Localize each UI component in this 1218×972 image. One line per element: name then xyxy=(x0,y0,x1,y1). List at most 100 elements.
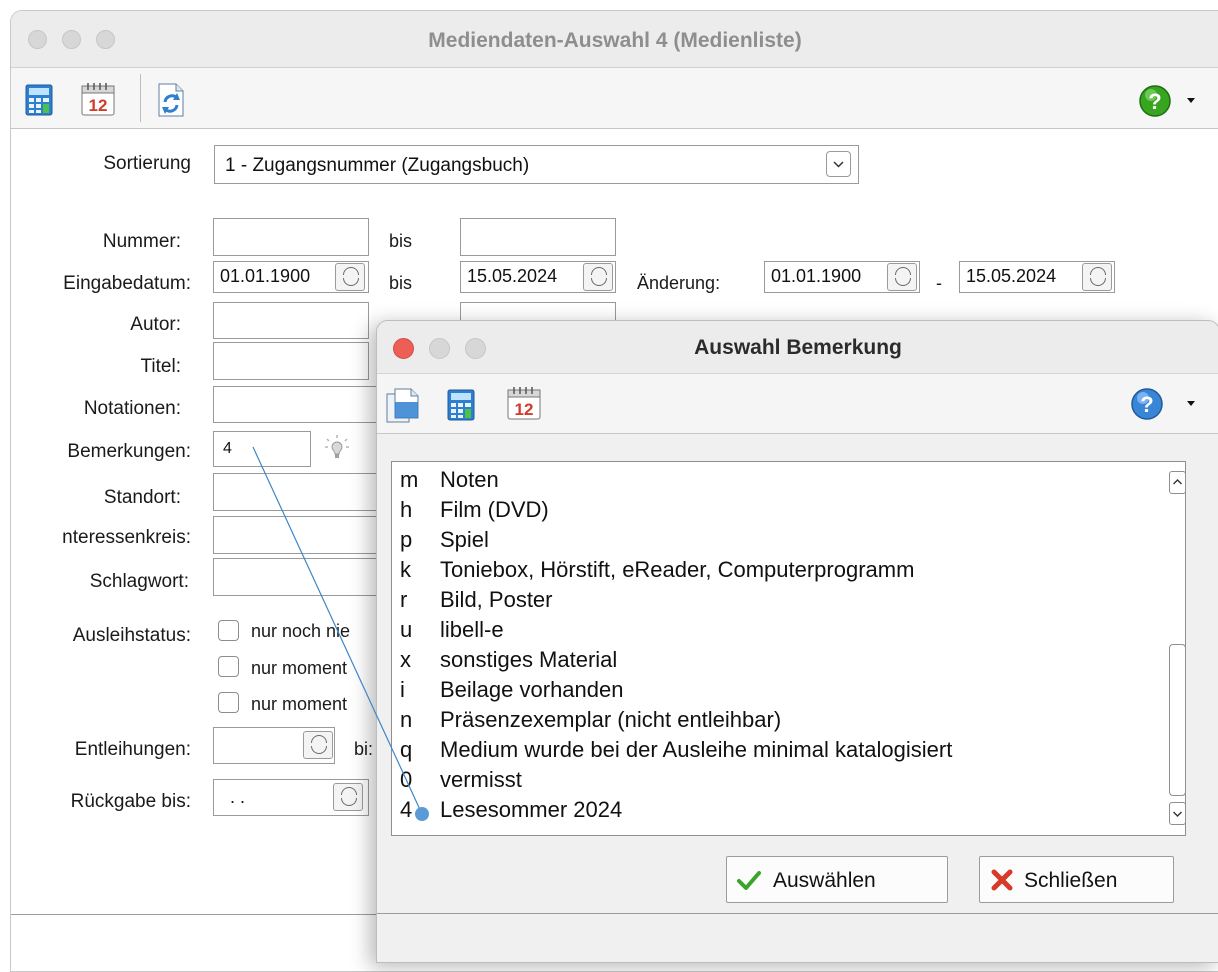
eingabedatum-to-stepper[interactable] xyxy=(583,263,613,291)
list-item-text: libell-e xyxy=(440,617,504,642)
dialog-bottom-separator xyxy=(377,913,1218,914)
eingabedatum-bis-label: bis xyxy=(389,273,413,293)
entleihungen-stepper[interactable] xyxy=(303,731,333,759)
aenderung-to-value: 15.05.2024 xyxy=(966,266,1057,286)
list-item-text: Lesesommer 2024 xyxy=(440,797,623,822)
list-item-text: Spiel xyxy=(440,527,489,552)
help-icon[interactable]: ? xyxy=(1130,387,1164,426)
bemerkungen-value: 4 xyxy=(223,440,232,457)
sort-dropdown-button[interactable] xyxy=(826,151,851,177)
autor-label: Autor: xyxy=(130,314,181,335)
list-item[interactable]: 4 Lesesommer 2024 xyxy=(400,797,622,827)
nummer-to-input[interactable] xyxy=(460,218,616,256)
titel-label: Titel: xyxy=(140,356,181,377)
calculator-icon[interactable] xyxy=(25,84,53,121)
list-item-text: Präsenzexemplar (nicht entleihbar) xyxy=(440,707,782,732)
scroll-down-button[interactable] xyxy=(1169,802,1186,825)
lightbulb-icon[interactable] xyxy=(323,433,351,466)
list-item[interactable]: p Spiel xyxy=(400,527,489,557)
sort-select[interactable]: 1 - Zugangsnummer (Zugangsbuch) xyxy=(214,145,859,184)
status-option-3: nur moment xyxy=(251,694,348,714)
list-item-text: Bild, Poster xyxy=(440,587,553,612)
chevron-up-icon xyxy=(1173,479,1182,485)
calendar-icon[interactable]: 12 xyxy=(79,81,117,122)
eingabedatum-from-value: 01.01.1900 xyxy=(220,266,311,286)
list-item[interactable]: u libell-e xyxy=(400,617,504,647)
list-item-key: 4 xyxy=(400,797,413,822)
list-item-key: i xyxy=(400,677,405,702)
toolbar-separator xyxy=(140,74,141,122)
entleihungen-label: Entleihungen: xyxy=(74,739,191,760)
standort-input[interactable] xyxy=(213,473,383,511)
list-item-key: u xyxy=(400,617,413,642)
svg-text:?: ? xyxy=(1148,89,1161,114)
scroll-up-button[interactable] xyxy=(1169,471,1186,494)
eingabedatum-label: Eingabedatum: xyxy=(63,273,191,294)
list-item-key: 0 xyxy=(400,767,413,792)
list-item[interactable]: r Bild, Poster xyxy=(400,587,553,617)
list-item[interactable]: 0 vermisst xyxy=(400,767,522,797)
help-dropdown-arrow-icon[interactable] xyxy=(1187,401,1195,406)
nummer-label: Nummer: xyxy=(102,231,181,252)
list-item-key: x xyxy=(400,647,411,672)
aenderung-to-stepper[interactable] xyxy=(1082,263,1112,291)
schlagwort-input[interactable] xyxy=(213,558,383,596)
eingabedatum-from-stepper[interactable] xyxy=(335,263,365,291)
auswahl-bemerkung-dialog: Auswahl Bemerkung 12 ? m Noten h Film (D… xyxy=(376,320,1218,963)
help-dropdown-arrow-icon[interactable] xyxy=(1187,98,1195,103)
aenderung-from-stepper[interactable] xyxy=(887,263,917,291)
status-checkbox-1[interactable] xyxy=(218,620,239,641)
list-item-text: vermisst xyxy=(440,767,522,792)
autor-input[interactable] xyxy=(213,302,369,339)
list-scrollbar[interactable] xyxy=(1169,466,1186,831)
list-item[interactable]: n Präsenzexemplar (nicht entleihbar) xyxy=(400,707,781,737)
list-item-text: Medium wurde bei der Ausleihe minimal ka… xyxy=(440,737,953,762)
rueckgabe-label: Rückgabe bis: xyxy=(70,791,191,812)
dialog-titlebar: Auswahl Bemerkung xyxy=(377,321,1218,374)
list-item[interactable]: h Film (DVD) xyxy=(400,497,549,527)
aenderung-label: Änderung: xyxy=(637,273,721,293)
list-item[interactable]: k Toniebox, Hörstift, eReader, Computerpr… xyxy=(400,557,914,587)
list-item-text: Film (DVD) xyxy=(440,497,549,522)
status-checkbox-3[interactable] xyxy=(218,692,239,713)
svg-text:12: 12 xyxy=(515,400,534,419)
auswaehlen-button[interactable]: Auswählen xyxy=(726,856,948,903)
bemerkung-list[interactable]: m Noten h Film (DVD) p Spiel k Toniebox, Hör… xyxy=(391,461,1186,836)
notationen-label: Notationen: xyxy=(83,398,181,419)
schliessen-label: Schließen xyxy=(1024,869,1118,892)
notationen-input[interactable] xyxy=(213,386,383,423)
dialog-toolbar: 12 ? xyxy=(377,374,1218,434)
sort-select-value: 1 - Zugangsnummer (Zugangsbuch) xyxy=(225,155,530,176)
list-item[interactable]: m Noten xyxy=(400,467,499,497)
list-item-text: sonstiges Material xyxy=(440,647,618,672)
refresh-document-icon[interactable] xyxy=(157,83,185,122)
interessenkreis-input[interactable] xyxy=(213,516,383,554)
schliessen-button[interactable]: Schließen xyxy=(979,856,1174,903)
list-item[interactable]: i Beilage vorhanden xyxy=(400,677,623,707)
calculator-icon[interactable] xyxy=(447,389,475,426)
list-item[interactable]: x sonstiges Material xyxy=(400,647,617,677)
list-item[interactable]: q Medium wurde bei der Ausleihe minimal k… xyxy=(400,737,952,767)
titel-input[interactable] xyxy=(213,342,369,380)
bemerkungen-input[interactable]: 4 xyxy=(213,431,311,467)
main-titlebar: Mediendaten-Auswahl 4 (Medienliste) xyxy=(11,11,1218,68)
svg-text:?: ? xyxy=(1140,392,1153,417)
scroll-thumb[interactable] xyxy=(1169,644,1186,796)
sort-label: Sortierung xyxy=(103,153,191,174)
nummer-from-input[interactable] xyxy=(213,218,369,256)
main-window-title: Mediendaten-Auswahl 4 (Medienliste) xyxy=(428,29,802,52)
schlagwort-label: Schlagwort: xyxy=(89,571,189,592)
standort-label: Standort: xyxy=(103,487,181,508)
status-checkbox-2[interactable] xyxy=(218,656,239,677)
close-x-icon xyxy=(991,869,1013,891)
list-item-key: n xyxy=(400,707,413,732)
list-item-key: h xyxy=(400,497,413,522)
calendar-icon[interactable]: 12 xyxy=(505,385,543,426)
ausleihstatus-label: Ausleihstatus: xyxy=(72,625,191,646)
copy-documents-icon[interactable] xyxy=(385,388,421,429)
list-item-text: Beilage vorhanden xyxy=(440,677,624,702)
rueckgabe-stepper[interactable] xyxy=(333,783,363,811)
auswaehlen-label: Auswählen xyxy=(773,869,876,892)
svg-text:12: 12 xyxy=(89,96,108,115)
help-icon[interactable]: ? xyxy=(1138,84,1172,123)
